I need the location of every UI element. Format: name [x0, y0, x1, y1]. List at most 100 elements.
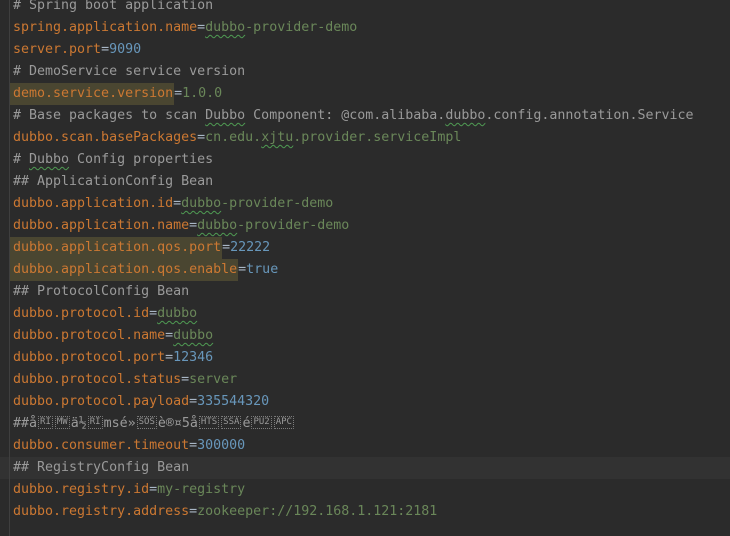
comment-text: ## RegistryConfig Bean — [13, 460, 190, 475]
comment-text: # DemoService service version — [13, 64, 246, 79]
property-key-highlighted: demo.service.version — [10, 83, 175, 105]
equals-sign: = — [189, 218, 198, 233]
code-line[interactable]: dubbo.protocol.name=dubbo — [0, 325, 730, 347]
code-line-current[interactable]: ## RegistryConfig Bean — [0, 457, 730, 479]
property-value-number: 9090 — [109, 42, 142, 57]
property-key: dubbo.protocol.status — [13, 372, 182, 387]
control-char-glyph: HTS — [198, 415, 220, 429]
property-value-number: true — [246, 262, 279, 277]
control-char-glyph: PU2 — [251, 415, 272, 429]
property-value: zookeeper://192.168.1.121:2181 — [197, 504, 438, 519]
property-key: dubbo.registry.id — [13, 482, 150, 497]
equals-sign: = — [173, 196, 182, 211]
code-line[interactable]: dubbo.consumer.timeout=300000 — [0, 435, 730, 457]
equals-sign: = — [238, 262, 247, 277]
comment-text: # — [13, 152, 30, 167]
comment-text: ##å — [13, 416, 38, 431]
equals-sign: = — [189, 394, 198, 409]
code-line[interactable]: spring.application.name=dubbo-provider-d… — [0, 17, 730, 39]
code-line[interactable]: dubbo.application.qos.enable=true — [0, 259, 730, 281]
comment-text: é — [242, 416, 251, 431]
code-line[interactable]: # Dubbo Config properties — [0, 149, 730, 171]
control-char-glyph: APC — [273, 415, 294, 429]
equals-sign: = — [101, 42, 110, 57]
code-line[interactable]: dubbo.application.name=dubbo-provider-de… — [0, 215, 730, 237]
comment-text: Component: @com.alibaba. — [245, 108, 446, 123]
control-char-glyph: RI — [87, 415, 103, 429]
property-value-number: 300000 — [197, 438, 246, 453]
property-value-typo: xjtu — [261, 130, 294, 145]
gutter-separator — [9, 0, 10, 536]
comment-text: .config.annotation.Service — [485, 108, 694, 123]
property-key: dubbo.protocol.name — [13, 328, 166, 343]
property-key: dubbo.application.id — [13, 196, 174, 211]
code-line[interactable]: dubbo.protocol.port=12346 — [0, 347, 730, 369]
property-value: -provider-demo — [221, 196, 334, 211]
code-line[interactable]: dubbo.application.qos.port=22222 — [0, 237, 730, 259]
equals-sign: = — [165, 328, 174, 343]
code-line[interactable]: # Spring boot application — [0, 0, 730, 17]
property-key: dubbo.registry.address — [13, 504, 190, 519]
property-key: dubbo.protocol.port — [13, 350, 166, 365]
code-line[interactable] — [0, 523, 730, 536]
property-key: dubbo.protocol.payload — [13, 394, 190, 409]
property-value: cn.edu. — [205, 130, 262, 145]
comment-text: è®¤5å — [157, 416, 198, 431]
comment-text: # Spring boot application — [13, 0, 214, 13]
property-value: .provider.serviceImpl — [293, 130, 462, 145]
comment-text: ## ProtocolConfig Bean — [13, 284, 190, 299]
equals-sign: = — [197, 130, 206, 145]
code-editor[interactable]: # Spring boot application spring.applicat… — [0, 0, 730, 536]
property-key: dubbo.application.name — [13, 218, 190, 233]
code-line[interactable]: dubbo.protocol.id=dubbo — [0, 303, 730, 325]
code-line[interactable]: dubbo.application.id=dubbo-provider-demo — [0, 193, 730, 215]
comment-text-typo: dubbo — [445, 108, 486, 123]
code-line[interactable]: dubbo.protocol.payload=335544320 — [0, 391, 730, 413]
equals-sign: = — [222, 240, 231, 255]
code-line[interactable]: dubbo.registry.address=zookeeper://192.1… — [0, 501, 730, 523]
comment-text: ä½ — [70, 416, 87, 431]
equals-sign: = — [189, 438, 198, 453]
property-key: spring.application.name — [13, 20, 198, 35]
property-value: -provider-demo — [245, 20, 358, 35]
code-line[interactable]: ## ApplicationConfig Bean — [0, 171, 730, 193]
property-value-typo: dubbo — [173, 328, 214, 343]
equals-sign: = — [197, 20, 206, 35]
property-value-typo: dubbo — [197, 218, 238, 233]
property-key: dubbo.consumer.timeout — [13, 438, 190, 453]
property-value-number: 22222 — [230, 240, 271, 255]
control-char-glyph: SOS — [136, 415, 157, 429]
equals-sign: = — [181, 372, 190, 387]
code-lines-container: # Spring boot application spring.applicat… — [0, 0, 730, 536]
equals-sign: = — [174, 86, 183, 101]
code-line[interactable]: # Base packages to scan Dubbo Component:… — [0, 105, 730, 127]
property-value-number: 335544320 — [197, 394, 270, 409]
property-key: dubbo.protocol.id — [13, 306, 150, 321]
equals-sign: = — [149, 306, 158, 321]
property-value-typo: dubbo — [157, 306, 198, 321]
code-line[interactable]: server.port=9090 — [0, 39, 730, 61]
code-line[interactable]: ## ProtocolConfig Bean — [0, 281, 730, 303]
property-value: -provider-demo — [237, 218, 350, 233]
control-char-glyph: MW — [54, 415, 70, 429]
comment-text: # Base packages to scan — [13, 108, 206, 123]
code-line[interactable]: ##å RI MW ä½ RI msé» SOS è®¤5å HTS SSA é PU2 APC — [0, 413, 730, 435]
code-line[interactable]: # DemoService service version — [0, 61, 730, 83]
property-value: 1.0.0 — [182, 86, 223, 101]
equals-sign: = — [149, 482, 158, 497]
comment-text: Config properties — [69, 152, 214, 167]
comment-text-typo: Dubbo — [205, 108, 246, 123]
property-value-typo: dubbo — [205, 20, 246, 35]
code-line[interactable]: dubbo.protocol.status=server — [0, 369, 730, 391]
property-key-highlighted: dubbo.application.qos.enable — [10, 259, 239, 281]
control-char-glyph: SSA — [221, 415, 242, 429]
code-line[interactable]: dubbo.scan.basePackages=cn.edu.xjtu.prov… — [0, 127, 730, 149]
comment-text: ## ApplicationConfig Bean — [13, 174, 214, 189]
comment-text: msé» — [103, 416, 136, 431]
equals-sign: = — [189, 504, 198, 519]
code-line[interactable]: demo.service.version=1.0.0 — [0, 83, 730, 105]
property-key: dubbo.scan.basePackages — [13, 130, 198, 145]
equals-sign: = — [165, 350, 174, 365]
property-value: server — [189, 372, 238, 387]
code-line[interactable]: dubbo.registry.id=my-registry — [0, 479, 730, 501]
